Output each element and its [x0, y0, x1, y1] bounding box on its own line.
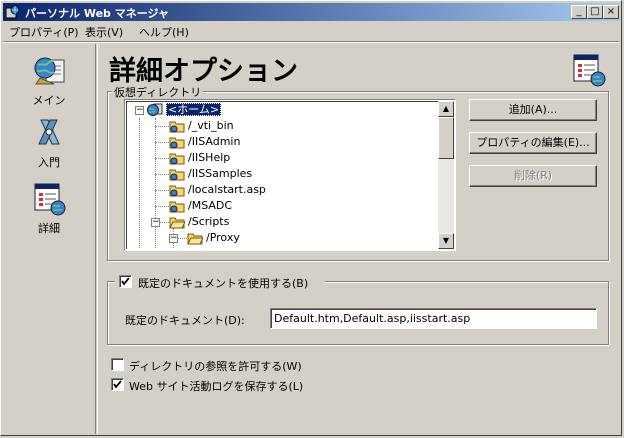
tree-item-label: /Proxy — [206, 231, 240, 244]
tree-expander[interactable]: − — [151, 218, 160, 227]
virtual-dir-group-label: 仮想ディレクトリ — [112, 84, 204, 100]
app-icon — [6, 5, 20, 19]
tree-item-label: /IISSamples — [188, 167, 253, 180]
tree-item[interactable]: /MSADC — [169, 198, 232, 214]
sidebar: メイン 入門 詳細 — [3, 44, 96, 434]
add-button[interactable]: 追加(A)... — [469, 99, 597, 121]
tree-connector — [155, 174, 169, 175]
tree-item-label: /_vti_bin — [188, 119, 234, 132]
tree-item-home[interactable]: <ホーム> — [147, 102, 222, 118]
sidebar-item-tour[interactable]: 入門 — [13, 116, 85, 170]
pwm-window: パーソナル Web マネージャ _ □ × プロパティ(P) 表示(V) ヘルプ… — [0, 0, 622, 436]
tree-item[interactable]: /IISSamples — [169, 166, 252, 182]
tree-item[interactable]: /Proxy — [187, 230, 240, 246]
tree-connector — [139, 118, 140, 248]
tree-item-label: /IISHelp — [188, 151, 231, 164]
allow-browsing-checkbox[interactable] — [111, 358, 124, 371]
sidebar-item-label: 詳細 — [38, 222, 60, 235]
tree-item[interactable]: /Scripts — [169, 214, 229, 230]
default-doc-enable-label[interactable]: 既定のドキュメントを使用する(B) — [138, 275, 308, 291]
tree-connector — [155, 190, 169, 191]
checkmark-icon — [121, 277, 130, 286]
edit-properties-button[interactable]: プロパティの編集(E)... — [469, 132, 597, 154]
tree-item[interactable]: /IISHelp — [169, 150, 230, 166]
web-folder-icon — [205, 247, 221, 249]
maximize-button[interactable]: □ — [587, 5, 603, 19]
minimize-icon: _ — [576, 6, 582, 17]
tree-item[interactable]: /_vti_bin — [169, 118, 234, 134]
tree-scrollbar[interactable]: ▲ ▼ — [438, 101, 454, 249]
save-log-checkbox[interactable] — [111, 378, 124, 391]
advanced-icon — [34, 183, 66, 216]
close-icon: × — [606, 6, 616, 17]
sidebar-item-advanced[interactable]: 詳細 — [13, 182, 85, 236]
tree-connector — [155, 206, 169, 207]
save-log-label[interactable]: Web サイト活動ログを保存する(L) — [129, 378, 303, 394]
web-folder-icon — [169, 185, 185, 197]
remove-button[interactable]: 削除(R) — [469, 165, 597, 187]
scroll-thumb[interactable] — [438, 117, 454, 159]
window-title: パーソナル Web マネージャ — [25, 7, 169, 20]
folder-open-icon — [187, 233, 203, 245]
menu-view[interactable]: 表示(V) — [85, 24, 123, 40]
tree-item-label: /MSADC — [188, 199, 233, 212]
tree-expander[interactable]: − — [169, 234, 178, 243]
tree-item-label: /Scripts — [188, 215, 230, 228]
default-doc-field-label: 既定のドキュメント(D): — [125, 314, 245, 327]
default-doc-checkbox[interactable] — [119, 275, 132, 288]
sidebar-item-label: 入門 — [38, 156, 60, 169]
page-title: 詳細オプション — [109, 56, 298, 87]
advanced-options-icon — [573, 54, 606, 87]
close-button[interactable]: × — [603, 5, 619, 19]
web-folder-icon — [169, 201, 185, 213]
scroll-down-button[interactable]: ▼ — [438, 233, 454, 249]
menu-bar: プロパティ(P) 表示(V) ヘルプ(H) — [3, 22, 619, 40]
tour-icon — [38, 119, 60, 145]
tree-connector — [155, 126, 169, 127]
menu-properties[interactable]: プロパティ(P) — [9, 24, 79, 40]
maximize-icon: □ — [590, 6, 600, 17]
tree-connector — [155, 118, 156, 248]
virtual-dir-tree[interactable]: − − − <ホーム> /_vti_bin /IISAdmin /IISHelp… — [124, 99, 456, 251]
web-folder-icon — [169, 137, 185, 149]
tree-viewport: − − − <ホーム> /_vti_bin /IISAdmin /IISHelp… — [126, 101, 438, 249]
folder-open-icon — [169, 217, 185, 229]
menu-separator — [3, 41, 619, 43]
default-doc-input[interactable]: Default.htm,Default.asp,iisstart.asp — [270, 308, 597, 329]
sidebar-item-label: メイン — [32, 94, 66, 107]
tree-item-partial[interactable] — [205, 246, 224, 249]
scroll-up-button[interactable]: ▲ — [438, 101, 454, 117]
allow-browsing-label[interactable]: ディレクトリの参照を許可する(W) — [129, 358, 302, 374]
checkmark-icon — [113, 380, 122, 389]
menu-help[interactable]: ヘルプ(H) — [139, 24, 189, 40]
web-folder-icon — [169, 169, 185, 181]
web-folder-icon — [169, 121, 185, 133]
tree-connector — [155, 142, 169, 143]
web-folder-icon — [169, 153, 185, 165]
minimize-button[interactable]: _ — [571, 5, 587, 19]
tree-item-label: /IISAdmin — [188, 135, 241, 148]
title-bar[interactable]: パーソナル Web マネージャ _ □ × — [3, 3, 619, 21]
home-globe-icon — [147, 103, 163, 116]
sidebar-divider — [97, 44, 98, 434]
tree-item[interactable]: /localstart.asp — [169, 182, 266, 198]
tree-item-label: <ホーム> — [166, 103, 222, 116]
sidebar-item-main[interactable]: メイン — [13, 54, 85, 108]
tree-item[interactable]: /IISAdmin — [169, 134, 240, 150]
main-globe-icon — [34, 57, 65, 85]
tree-expander[interactable]: − — [135, 106, 144, 115]
tree-item-label: /localstart.asp — [188, 183, 266, 196]
tree-connector — [155, 158, 169, 159]
